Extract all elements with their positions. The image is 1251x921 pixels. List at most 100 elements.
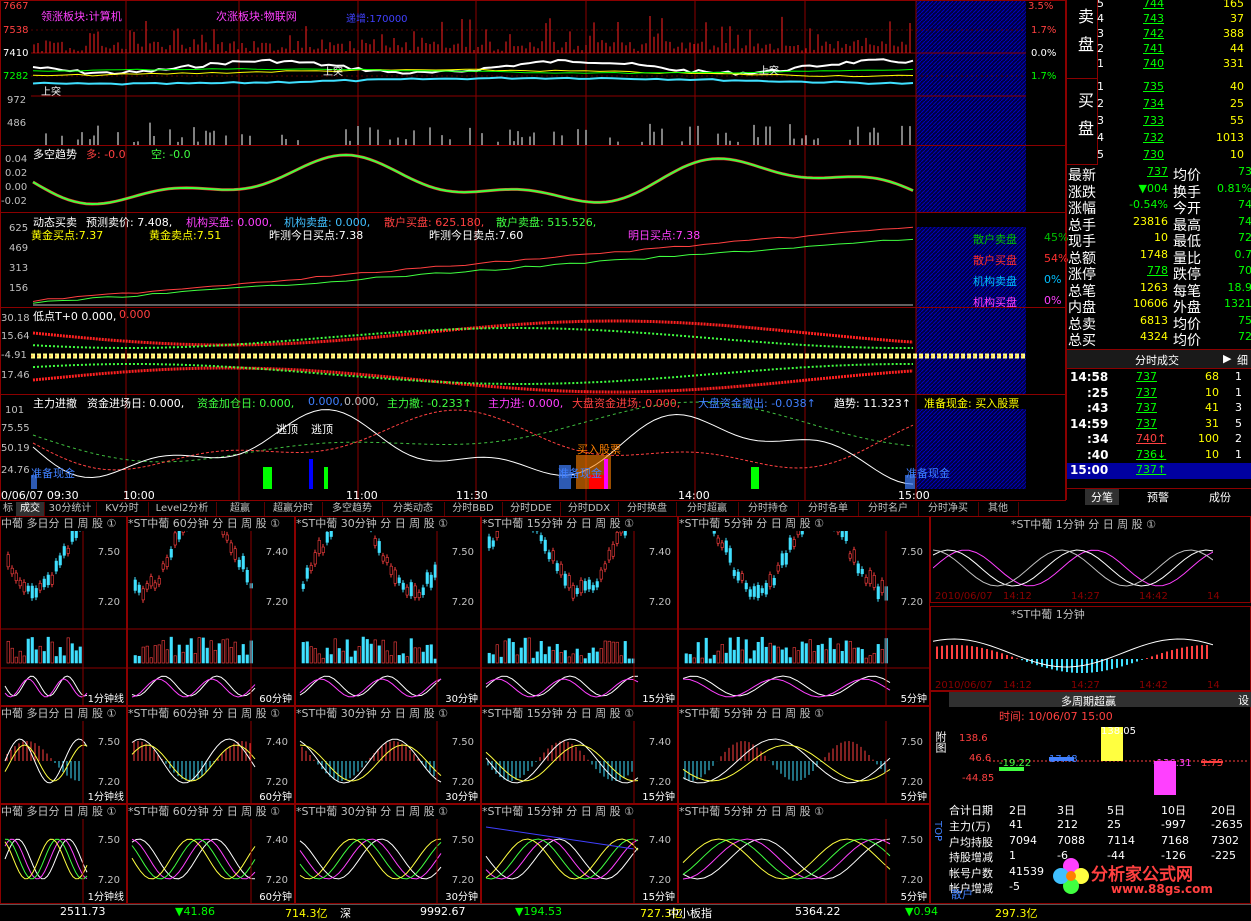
one-minute-chart-1[interactable]: *ST中葡 1分钟2010/06/0714:1214:2714:4214 (930, 606, 1251, 692)
tick-vol: 68 (1205, 370, 1219, 383)
sell-book-row[interactable]: 274144 (1097, 42, 1251, 57)
tab-15[interactable]: 分时各单 (798, 502, 859, 516)
mini-chart-2-1[interactable]: *ST中葡 60分钟 分 日 周 股 ①60分钟7.407.20 (127, 804, 295, 904)
mini-chart-0-1[interactable]: *ST中葡 60分钟 分 日 周 股 ①60分钟7.407.20 (127, 516, 295, 706)
intraday-price-panel[interactable]: 领涨板块:计算机 次涨板块:物联网 递增:170000 7667 7538 74… (0, 0, 1066, 146)
one-minute-chart-0[interactable]: *ST中葡 1分钟 分 日 周 股 ①2010/06/0714:1214:271… (930, 516, 1251, 603)
buy-book-row[interactable]: 173540 (1097, 80, 1251, 95)
mini-chart-title[interactable]: *ST中葡 15分钟 分 日 周 股 ① (482, 805, 678, 819)
long-short-trend-panel[interactable]: 多空趋势 多: -0.0 空: -0.0 0.04 0.02 0.00 -0.0… (0, 145, 1066, 213)
tick-row[interactable]: :25737101 (1067, 386, 1251, 402)
mini-chart-0-2[interactable]: *ST中葡 30分钟 分 日 周 股 ①30分钟7.507.20 (295, 516, 481, 706)
mini-chart-title[interactable]: *ST中葡 30分钟 分 日 周 股 ① (296, 517, 481, 531)
quote-tab-0[interactable]: 分笔 (1085, 489, 1119, 505)
tick-row[interactable]: :40736↓101 (1067, 448, 1251, 464)
mini-chart-title[interactable]: *ST中葡 5分钟 分 日 周 股 ① (679, 805, 930, 819)
mf-item-4: 0.000, (344, 395, 379, 408)
tick-header-arrow-icon[interactable]: ▶ (1223, 352, 1231, 365)
quote-tab-2[interactable]: 成份 (1209, 489, 1231, 505)
mini-chart-2-3[interactable]: *ST中葡 15分钟 分 日 周 股 ①15分钟7.407.20 (481, 804, 678, 904)
tick-row[interactable]: 14:59737315 (1067, 417, 1251, 433)
tab-2[interactable]: 30分统计 (44, 502, 97, 516)
mini-chart-title[interactable]: *ST中葡 5分钟 分 日 周 股 ① (679, 707, 930, 721)
stat-value-2: 0.7 (1235, 248, 1251, 261)
quote-stat-row: 总笔1263每笔18.9 (1067, 281, 1251, 296)
tick-row[interactable]: 14:58737681 (1067, 370, 1251, 386)
mini-chart-2-2[interactable]: *ST中葡 30分钟 分 日 周 股 ①30分钟7.507.20 (295, 804, 481, 904)
mini-chart-title[interactable]: *ST中葡 60分钟 分 日 周 股 ① (128, 517, 295, 531)
tomorrow-buy-point: 明日买点:7.38 (628, 227, 700, 243)
quote-tab-1[interactable]: 预警 (1147, 489, 1169, 505)
mini-chart-title[interactable]: *ST中葡 5分钟 分 日 周 股 ① (679, 517, 930, 531)
buy-price: 732 (1143, 131, 1164, 144)
multi-period-title: 多周期超赢 (1061, 693, 1116, 709)
mini-chart-1-4[interactable]: *ST中葡 5分钟 分 日 周 股 ①5分钟7.507.20 (678, 706, 930, 804)
mini-chart-title[interactable]: *ST中葡 30分钟 分 日 周 股 ① (296, 805, 481, 819)
tab-12[interactable]: 分时换盘 (618, 502, 677, 516)
price-label-2: 7538 (3, 25, 28, 36)
tick-row[interactable]: :34740↑1002 (1067, 432, 1251, 448)
tab-16[interactable]: 分时名户 (858, 502, 919, 516)
status-item-8: 5364.22 (795, 905, 841, 918)
tab-11[interactable]: 分时DDX (560, 502, 619, 516)
mini-y-label: 7.20 (901, 777, 923, 788)
multi-period-panel[interactable]: 多周期超赢 设 附图 时间: 10/06/07 15:00 138.6 46.6… (930, 690, 1251, 904)
bs-legend-pct-3: 0% (1044, 294, 1061, 307)
mini-chart-1-1[interactable]: *ST中葡 60分钟 分 日 周 股 ①60分钟7.407.20 (127, 706, 295, 804)
mini-chart-0-3[interactable]: *ST中葡 15分钟 分 日 周 股 ①15分钟7.407.20 (481, 516, 678, 706)
mini-chart-title[interactable]: *ST中葡 60分钟 分 日 周 股 ① (128, 805, 295, 819)
buy-book-row[interactable]: 373355 (1097, 114, 1251, 129)
mini-chart-title[interactable]: 中葡 多日分 日 周 股 ① (1, 805, 127, 819)
tab-17[interactable]: 分时净买 (918, 502, 979, 516)
mini-period-label: 1分钟线 (88, 788, 124, 803)
sell-book-row[interactable]: 1740331 (1097, 57, 1251, 72)
tick-row[interactable]: 15:00737↑ (1067, 463, 1251, 479)
mini-chart-2-0[interactable]: 中葡 多日分 日 周 股 ①1分钟线7.507.20 (0, 804, 127, 904)
sell-book-row[interactable]: 3742388 (1097, 27, 1251, 42)
tab-6[interactable]: 超赢分时 (264, 502, 323, 516)
main-force-panel[interactable]: 主力进撤 资金进场日: 0.000, 资金加仓日: 0.000, 0.000, … (0, 394, 1066, 501)
mini-chart-title[interactable]: 中葡 多日分 日 周 股 ① (1, 517, 127, 531)
tab-1[interactable]: 成交 (16, 502, 45, 516)
tick-row[interactable]: :43737413 (1067, 401, 1251, 417)
mini-chart-title[interactable]: *ST中葡 15分钟 分 日 周 股 ① (482, 517, 678, 531)
add-label: 递增:170000 (346, 10, 408, 25)
tab-14[interactable]: 分时持仓 (738, 502, 799, 516)
quote-stat-row: 内盘10606外盘1321 (1067, 297, 1251, 312)
mini-chart-1-2[interactable]: *ST中葡 30分钟 分 日 周 股 ①30分钟7.507.20 (295, 706, 481, 804)
tab-7[interactable]: 多空趋势 (322, 502, 383, 516)
one-minute-title[interactable]: *ST中葡 1分钟 (1011, 608, 1085, 622)
mini-chart-0-4[interactable]: *ST中葡 5分钟 分 日 周 股 ①5分钟7.507.20 (678, 516, 930, 706)
tab-10[interactable]: 分时DDE (502, 502, 561, 516)
tab-9[interactable]: 分时BBD (444, 502, 503, 516)
mini-chart-2-4[interactable]: *ST中葡 5分钟 分 日 周 股 ①5分钟7.507.20 (678, 804, 930, 904)
mini-chart-title[interactable]: *ST中葡 60分钟 分 日 周 股 ① (128, 707, 295, 721)
tab-0[interactable]: 标 (0, 502, 17, 516)
tab-5[interactable]: 超赢 (216, 502, 265, 516)
mini-chart-title[interactable]: 中葡 多日分 日 周 股 ① (1, 707, 127, 721)
mini-chart-title[interactable]: *ST中葡 15分钟 分 日 周 股 ① (482, 707, 678, 721)
mini-y-label: 7.50 (901, 547, 923, 558)
one-minute-title[interactable]: *ST中葡 1分钟 分 日 周 股 ① (1011, 518, 1156, 532)
watermark-url: www.88gs.com (1111, 882, 1213, 896)
buy-book-row[interactable]: 573010 (1097, 148, 1251, 163)
mini-chart-title[interactable]: *ST中葡 30分钟 分 日 周 股 ① (296, 707, 481, 721)
status-item-2: 714.3亿 (285, 905, 328, 921)
sell-book-row[interactable]: 474337 (1097, 12, 1251, 27)
multi-period-settings[interactable]: 设 (1238, 692, 1249, 708)
tab-13[interactable]: 分时超赢 (676, 502, 739, 516)
tab-4[interactable]: Level2分析 (148, 502, 217, 516)
tick-header-detail[interactable]: 细 (1237, 352, 1248, 368)
stat-value: 737 (1147, 165, 1168, 178)
tab-8[interactable]: 分类动态 (382, 502, 445, 516)
tab-18[interactable]: 其他 (978, 502, 1019, 516)
buy-book-row[interactable]: 273425 (1097, 97, 1251, 112)
mini-chart-1-0[interactable]: 中葡 多日分 日 周 股 ①1分钟线7.507.20 (0, 706, 127, 804)
low-point-panel[interactable]: 低点T+0 0.000, 0.000 30.18 15.64 -4.91 17.… (0, 307, 1066, 395)
mini-chart-1-3[interactable]: *ST中葡 15分钟 分 日 周 股 ①15分钟7.407.20 (481, 706, 678, 804)
tab-3[interactable]: KV分时 (96, 502, 149, 516)
sell-book-row[interactable]: 5744165 (1097, 0, 1251, 12)
dynamic-buy-sell-panel[interactable]: 动态买卖 预测卖价: 7.408, 机构买盘: 0.000, 机构卖盘: 0.0… (0, 212, 1066, 308)
mini-chart-0-0[interactable]: 中葡 多日分 日 周 股 ①1分钟线7.507.20 (0, 516, 127, 706)
buy-book-row[interactable]: 47321013 (1097, 131, 1251, 146)
